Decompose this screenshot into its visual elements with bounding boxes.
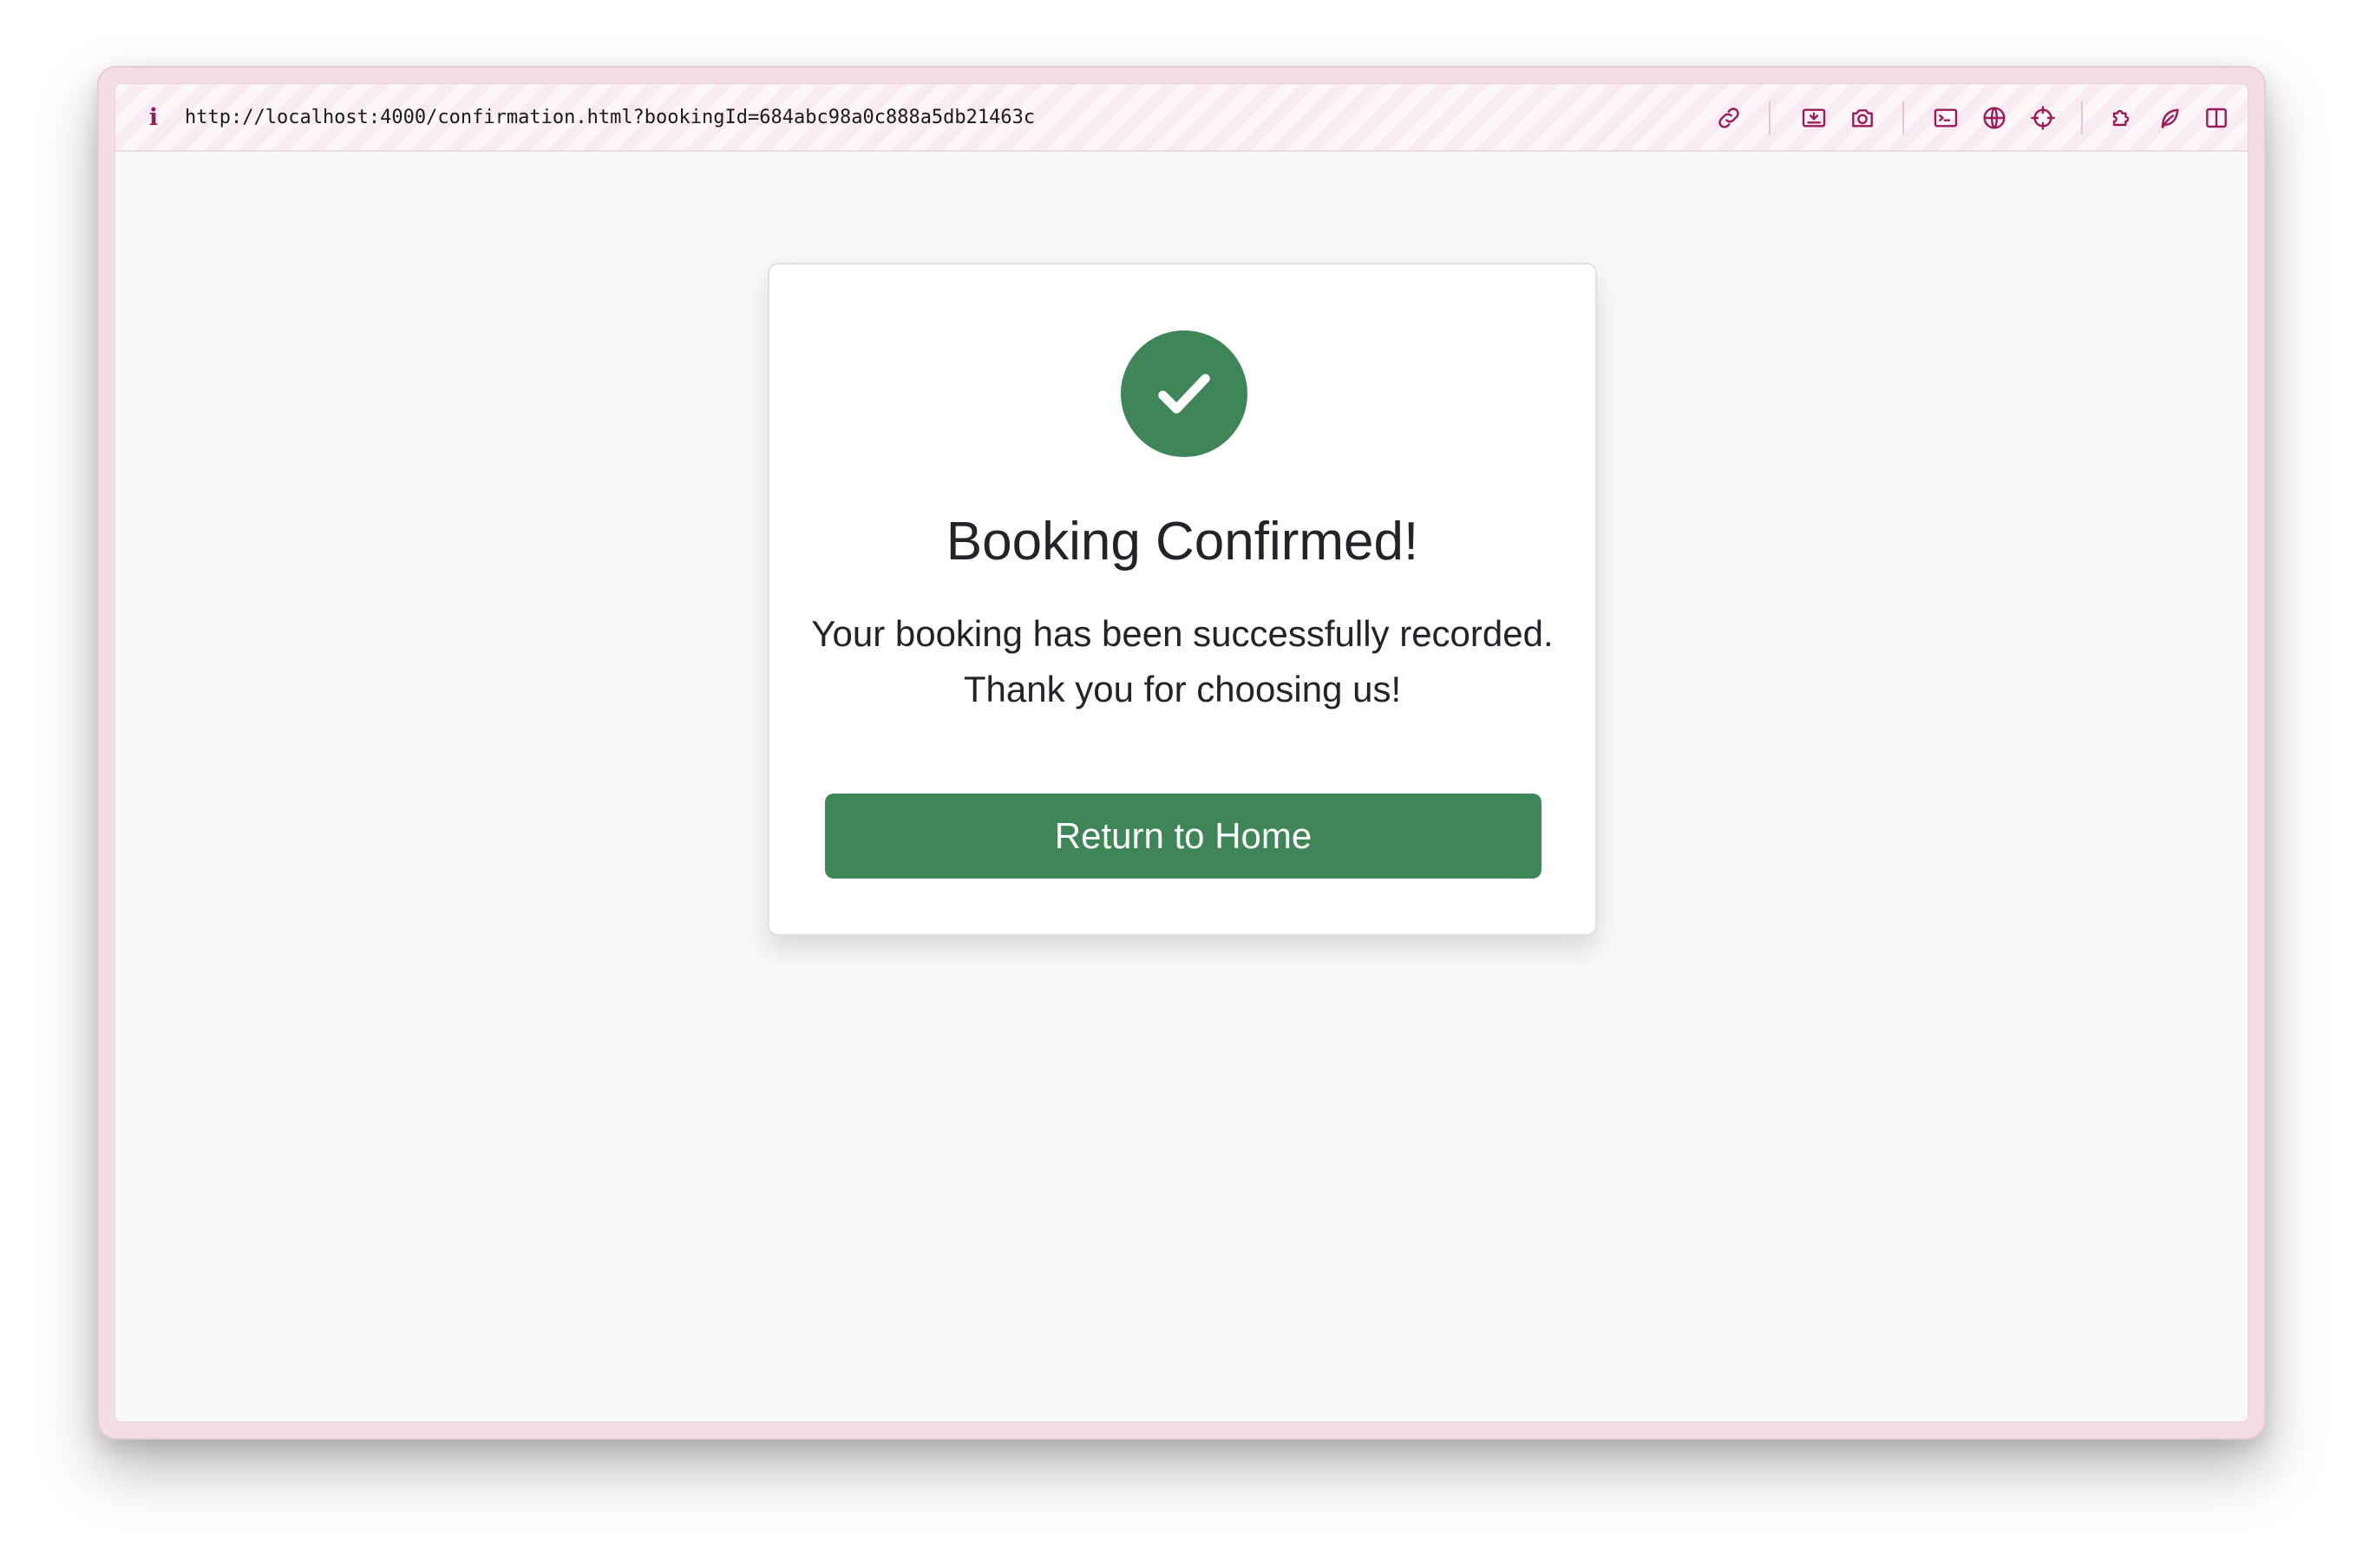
confirmation-message: Your booking has been successfully recor…	[804, 606, 1561, 717]
link-icon[interactable]	[1713, 102, 1744, 134]
success-badge	[1121, 330, 1247, 457]
extensions-icon[interactable]	[2105, 102, 2137, 134]
leaf-icon[interactable]	[2154, 102, 2185, 134]
message-line: Thank you for choosing us!	[963, 669, 1402, 709]
info-icon[interactable]: i	[145, 103, 162, 133]
check-icon	[1158, 374, 1210, 414]
terminal-icon[interactable]	[1930, 102, 1961, 134]
browser-frame: i http://localhost:4000/confirmation.htm…	[97, 66, 2266, 1440]
address-bar[interactable]: http://localhost:4000/confirmation.html?…	[185, 103, 1035, 133]
toolbar-separator	[2081, 101, 2083, 134]
browser-window: i http://localhost:4000/confirmation.htm…	[115, 83, 2248, 1422]
sidebar-icon[interactable]	[2201, 102, 2232, 134]
confirmation-card: Booking Confirmed! Your booking has been…	[768, 263, 1597, 936]
globe-icon[interactable]	[1979, 102, 2010, 134]
message-line: Your booking has been successfully recor…	[811, 613, 1554, 654]
toolbar-separator	[1769, 101, 1771, 134]
browser-toolbar: i http://localhost:4000/confirmation.htm…	[115, 84, 2248, 152]
camera-icon[interactable]	[1847, 102, 1878, 134]
return-home-button[interactable]: Return to Home	[825, 794, 1542, 879]
crosshair-icon[interactable]	[2027, 102, 2059, 134]
page-content: Booking Confirmed! Your booking has been…	[115, 154, 2248, 1421]
page-title: Booking Confirmed!	[946, 512, 1419, 572]
screenshot-region-icon[interactable]	[1798, 102, 1830, 134]
toolbar-separator	[1902, 101, 1904, 134]
